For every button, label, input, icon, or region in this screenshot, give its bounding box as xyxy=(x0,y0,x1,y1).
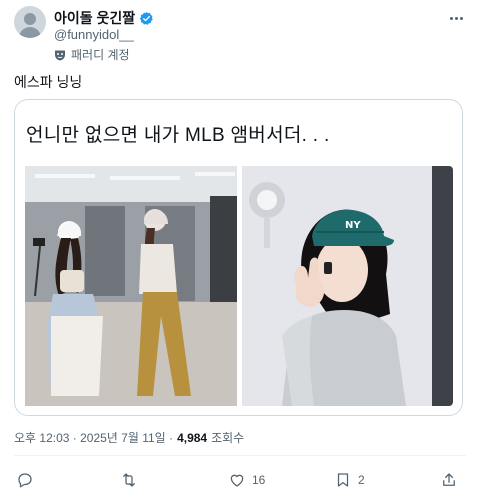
like-button[interactable]: 16 xyxy=(228,466,265,494)
svg-text:NY: NY xyxy=(345,220,361,231)
bookmark-button[interactable]: 2 xyxy=(334,466,365,494)
tweet-text: 에스파 닝닝 xyxy=(14,74,83,90)
more-icon[interactable] xyxy=(446,10,466,26)
divider xyxy=(14,455,466,456)
parody-badge: 패러디 계정 xyxy=(54,46,130,63)
display-name[interactable]: 아이돌 웃긴짤 xyxy=(54,8,135,28)
action-bar: 16 2 xyxy=(14,466,466,494)
avatar[interactable] xyxy=(14,6,46,38)
views-count: 4,984 xyxy=(177,431,208,445)
selfie-photo[interactable]: NY xyxy=(242,166,453,406)
reply-button[interactable] xyxy=(16,466,40,494)
media-card[interactable]: 언니만 없으면 내가 MLB 앰버서더. . . NY xyxy=(14,99,463,416)
timestamp[interactable]: 오후 12:03 · 2025년 7월 11일 · xyxy=(14,429,173,446)
like-count: 16 xyxy=(252,473,266,487)
like-icon xyxy=(230,474,244,487)
bookmark-count: 2 xyxy=(358,473,365,487)
dance-practice-photo[interactable] xyxy=(25,166,237,406)
mask-icon xyxy=(55,50,65,60)
card-caption: 언니만 없으면 내가 MLB 앰버서더. . . xyxy=(26,125,330,146)
parody-label: 패러디 계정 xyxy=(71,48,130,62)
share-button[interactable] xyxy=(440,466,458,494)
author-handle[interactable]: @funnyidol__ xyxy=(54,27,134,42)
tweet-meta: 오후 12:03 · 2025년 7월 11일 · 4,984 조회수 xyxy=(14,429,244,446)
retweet-button[interactable] xyxy=(120,466,144,494)
bookmark-icon xyxy=(337,473,349,487)
tweet-header: 아이돌 웃긴짤 @funnyidol__ 패러디 계정 xyxy=(14,6,466,62)
verified-icon xyxy=(140,11,153,25)
reply-icon xyxy=(18,473,32,488)
retweet-icon xyxy=(123,473,135,487)
name-row: 아이돌 웃긴짤 xyxy=(54,8,154,28)
views-label: 조회수 xyxy=(211,431,245,445)
share-icon xyxy=(443,473,455,486)
